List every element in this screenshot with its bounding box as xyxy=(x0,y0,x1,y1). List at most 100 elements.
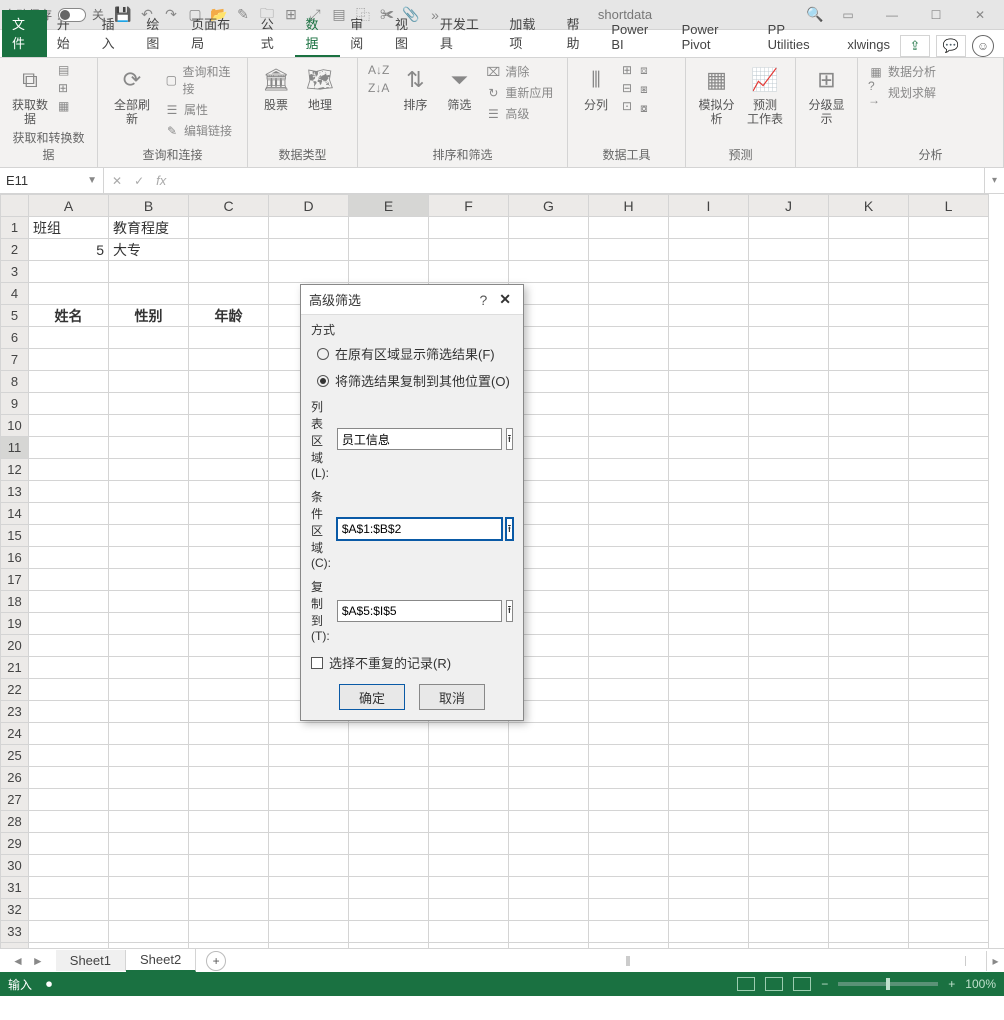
cell[interactable] xyxy=(749,239,829,261)
cell[interactable] xyxy=(189,327,269,349)
cell[interactable] xyxy=(669,855,749,877)
criteria-range-input[interactable] xyxy=(337,518,502,540)
cell[interactable] xyxy=(189,503,269,525)
cell[interactable] xyxy=(509,921,589,943)
cell[interactable] xyxy=(349,811,429,833)
cell[interactable] xyxy=(29,459,109,481)
cell[interactable] xyxy=(589,745,669,767)
row-header[interactable]: 29 xyxy=(1,833,29,855)
cell[interactable] xyxy=(669,679,749,701)
cell[interactable] xyxy=(269,811,349,833)
cell[interactable] xyxy=(749,305,829,327)
zoom-slider[interactable] xyxy=(838,982,938,986)
cell[interactable] xyxy=(829,855,909,877)
cell[interactable] xyxy=(829,591,909,613)
cell[interactable] xyxy=(189,657,269,679)
cell[interactable] xyxy=(189,679,269,701)
name-box[interactable]: E11 ▼ xyxy=(0,168,104,193)
cell[interactable] xyxy=(29,283,109,305)
zoom-in-button[interactable]: + xyxy=(948,977,955,991)
cell[interactable] xyxy=(829,701,909,723)
cell[interactable] xyxy=(589,657,669,679)
cell[interactable] xyxy=(829,327,909,349)
cell[interactable] xyxy=(109,327,189,349)
cell[interactable] xyxy=(669,723,749,745)
row-header[interactable]: 30 xyxy=(1,855,29,877)
autosave-toggle[interactable] xyxy=(58,8,86,22)
scroll-right-icon[interactable]: ▸ xyxy=(986,951,1004,971)
cell[interactable] xyxy=(189,921,269,943)
cell[interactable] xyxy=(909,855,989,877)
tab-help[interactable]: 帮助 xyxy=(557,10,602,57)
comments-button[interactable]: 💬 xyxy=(936,35,966,57)
cell[interactable] xyxy=(269,217,349,239)
cell[interactable] xyxy=(749,415,829,437)
cell[interactable] xyxy=(749,701,829,723)
close-button[interactable]: ✕ xyxy=(960,1,1000,29)
cell[interactable] xyxy=(189,525,269,547)
cell[interactable] xyxy=(189,701,269,723)
cell[interactable] xyxy=(109,635,189,657)
cell[interactable] xyxy=(429,239,509,261)
cell[interactable] xyxy=(669,261,749,283)
queries-connections-button[interactable]: ▢查询和连接 xyxy=(162,62,239,98)
cell[interactable] xyxy=(829,789,909,811)
cell[interactable] xyxy=(189,635,269,657)
tab-view[interactable]: 视图 xyxy=(385,10,430,57)
cell[interactable] xyxy=(909,283,989,305)
cell[interactable] xyxy=(189,833,269,855)
cell[interactable] xyxy=(829,305,909,327)
cell[interactable] xyxy=(349,261,429,283)
cell[interactable] xyxy=(109,613,189,635)
cell[interactable] xyxy=(669,415,749,437)
advanced-filter-button[interactable]: ☰高级 xyxy=(483,104,555,123)
cell[interactable] xyxy=(189,943,269,949)
cell[interactable] xyxy=(189,393,269,415)
row-header[interactable]: 27 xyxy=(1,789,29,811)
cell[interactable] xyxy=(589,569,669,591)
cell[interactable] xyxy=(109,481,189,503)
cell[interactable] xyxy=(589,679,669,701)
row-header[interactable]: 5 xyxy=(1,305,29,327)
column-header[interactable]: D xyxy=(269,195,349,217)
cell[interactable] xyxy=(29,481,109,503)
cell[interactable] xyxy=(829,635,909,657)
cell[interactable] xyxy=(829,547,909,569)
cell[interactable] xyxy=(749,657,829,679)
row-header[interactable]: 16 xyxy=(1,547,29,569)
cell[interactable] xyxy=(29,635,109,657)
cell[interactable] xyxy=(909,547,989,569)
cell[interactable] xyxy=(349,899,429,921)
cell[interactable]: 班组 xyxy=(29,217,109,239)
cell[interactable] xyxy=(269,789,349,811)
cell[interactable] xyxy=(829,393,909,415)
cell[interactable] xyxy=(909,481,989,503)
cell[interactable] xyxy=(269,745,349,767)
cell[interactable] xyxy=(349,745,429,767)
cell[interactable] xyxy=(509,833,589,855)
cell[interactable] xyxy=(269,767,349,789)
cell[interactable] xyxy=(589,921,669,943)
row-header[interactable]: 6 xyxy=(1,327,29,349)
tab-pputilities[interactable]: PP Utilities xyxy=(758,18,838,57)
cell[interactable] xyxy=(349,789,429,811)
forecast-sheet-button[interactable]: 📈 预测 工作表 xyxy=(743,62,787,128)
cell[interactable] xyxy=(189,789,269,811)
cell[interactable] xyxy=(29,503,109,525)
cell[interactable] xyxy=(189,547,269,569)
cell[interactable] xyxy=(189,767,269,789)
cell[interactable] xyxy=(909,437,989,459)
select-all-cell[interactable] xyxy=(1,195,29,217)
row-header[interactable]: 17 xyxy=(1,569,29,591)
tool-icon4[interactable]: ⧈ xyxy=(638,62,650,79)
cell[interactable] xyxy=(269,261,349,283)
cell[interactable] xyxy=(109,943,189,949)
cell[interactable] xyxy=(189,811,269,833)
cell[interactable] xyxy=(669,789,749,811)
cell[interactable] xyxy=(509,899,589,921)
cell[interactable] xyxy=(429,767,509,789)
cell[interactable] xyxy=(429,943,509,949)
column-header[interactable]: A xyxy=(29,195,109,217)
cell[interactable] xyxy=(29,371,109,393)
cell[interactable] xyxy=(109,679,189,701)
